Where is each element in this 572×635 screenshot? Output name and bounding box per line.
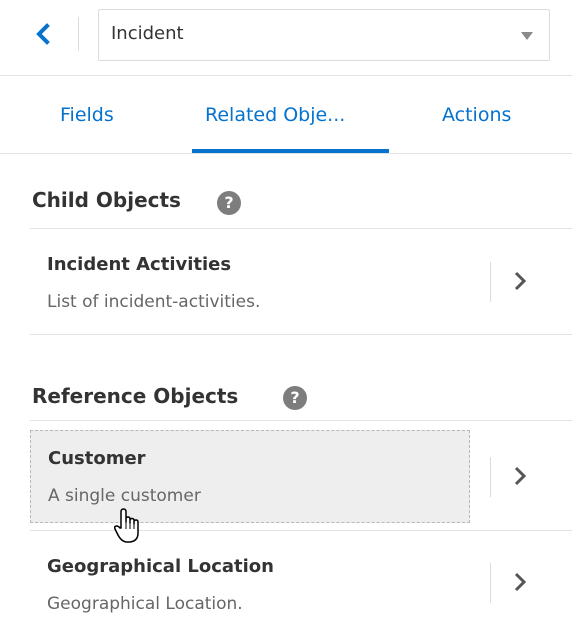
child-objects-heading: Child Objects	[32, 188, 181, 212]
open-geographical-location-button[interactable]	[500, 562, 540, 602]
dropdown-arrow-icon	[521, 32, 533, 40]
tab-bar: Fields Related Obje... Actions	[0, 76, 572, 154]
child-object-card[interactable]: Incident Activities List of incident-act…	[30, 229, 470, 334]
chevron-left-icon	[36, 23, 50, 45]
row-description: Geographical Location.	[47, 594, 243, 614]
header-divider	[78, 17, 79, 51]
row-divider	[490, 457, 491, 497]
row-description: List of incident-activities.	[47, 292, 261, 312]
reference-object-card[interactable]: Customer A single customer	[30, 430, 470, 523]
chevron-right-icon	[514, 271, 527, 291]
tab-actions[interactable]: Actions	[442, 104, 511, 126]
row-description: A single customer	[48, 486, 201, 506]
hand-pointer-cursor-icon	[113, 508, 139, 543]
question-icon[interactable]: ?	[283, 386, 307, 410]
row-separator	[30, 334, 572, 335]
list-item-incident-activities: Incident Activities List of incident-act…	[30, 229, 572, 334]
reference-object-card[interactable]: Geographical Location Geographical Locat…	[30, 531, 470, 631]
list-item-geographical-location: Geographical Location Geographical Locat…	[30, 531, 572, 631]
row-divider	[490, 563, 491, 603]
active-tab-indicator	[192, 149, 389, 153]
tab-related-objects[interactable]: Related Obje...	[205, 104, 345, 126]
back-button[interactable]	[28, 20, 58, 50]
row-divider	[490, 262, 491, 302]
top-bar: Incident	[0, 0, 572, 76]
section-divider	[30, 420, 572, 421]
open-customer-button[interactable]	[500, 456, 540, 496]
chevron-right-icon	[514, 572, 527, 592]
open-incident-activities-button[interactable]	[500, 261, 540, 301]
tab-fields[interactable]: Fields	[60, 104, 114, 126]
object-select-value: Incident	[111, 23, 184, 44]
chevron-right-icon	[514, 466, 527, 486]
question-icon[interactable]: ?	[217, 191, 241, 215]
row-title: Geographical Location	[47, 556, 274, 577]
reference-objects-heading: Reference Objects	[32, 384, 239, 408]
row-title: Incident Activities	[47, 254, 232, 275]
object-select[interactable]: Incident	[98, 9, 550, 61]
row-title: Customer	[48, 448, 146, 469]
